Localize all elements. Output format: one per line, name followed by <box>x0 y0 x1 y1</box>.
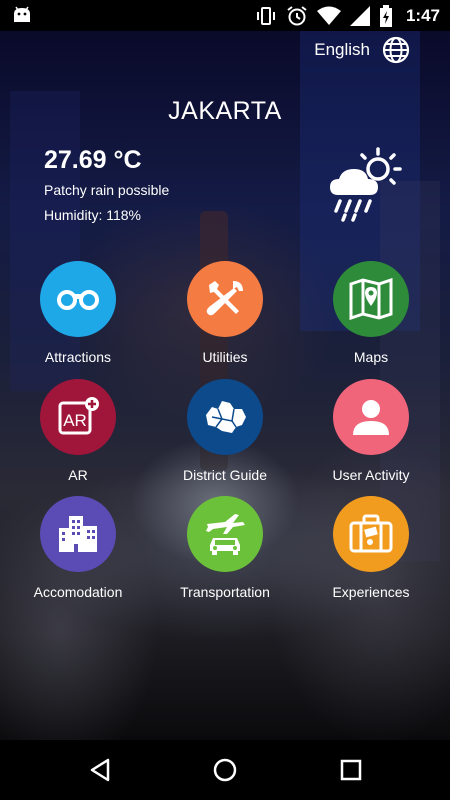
navigation-bar <box>0 740 450 800</box>
status-bar: 1:47 <box>0 0 450 31</box>
ar-label: AR <box>68 467 88 483</box>
utilities-circle <box>187 261 263 337</box>
menu-district-guide[interactable]: District Guide <box>152 379 298 483</box>
district-map-icon <box>206 401 246 433</box>
map-icon <box>349 278 393 320</box>
alarm-icon <box>287 5 307 25</box>
menu-user-activity[interactable]: User Activity <box>298 379 444 483</box>
user-activity-label: User Activity <box>332 467 410 483</box>
building-icon <box>59 516 97 552</box>
signal-icon <box>349 5 370 26</box>
ar-circle: AR <box>40 379 116 455</box>
status-time: 1:47 <box>405 5 440 25</box>
menu-transportation[interactable]: Transportation <box>152 496 298 600</box>
android-icon <box>14 6 30 22</box>
language-label: English <box>314 40 370 59</box>
language-selector[interactable]: English <box>314 36 410 64</box>
home-icon[interactable] <box>212 757 238 783</box>
transportation-label: Transportation <box>180 584 270 600</box>
weather-condition: Patchy rain possible <box>44 182 170 198</box>
back-icon[interactable] <box>88 757 114 783</box>
experiences-circle <box>333 496 409 572</box>
attractions-circle <box>40 261 116 337</box>
accomodation-circle <box>40 496 116 572</box>
user-activity-circle <box>333 379 409 455</box>
menu-experiences[interactable]: Experiences <box>298 496 444 600</box>
user-icon <box>353 400 389 435</box>
district-guide-label: District Guide <box>182 467 268 483</box>
menu-maps[interactable]: Maps <box>298 261 444 365</box>
binoculars-icon <box>57 290 99 310</box>
menu-ar[interactable]: AR AR <box>5 379 151 483</box>
globe-icon <box>382 36 410 64</box>
city-title: JAKARTA <box>168 97 282 125</box>
menu-utilities[interactable]: Utilities <box>152 261 298 365</box>
svg-text:AR: AR <box>63 411 87 430</box>
accomodation-label: Accomodation <box>33 584 123 600</box>
ar-icon: AR <box>58 397 99 435</box>
battery-charging-icon <box>379 4 392 27</box>
rain-sun-cloud-icon <box>330 147 402 222</box>
attractions-label: Attractions <box>44 349 112 365</box>
suitcase-icon <box>349 514 393 553</box>
maps-label: Maps <box>353 349 389 365</box>
wifi-icon <box>316 6 341 25</box>
experiences-label: Experiences <box>332 584 410 600</box>
vibrate-icon <box>256 6 275 25</box>
menu-accomodation[interactable]: Accomodation <box>5 496 151 600</box>
menu-attractions[interactable]: Attractions <box>5 261 151 365</box>
maps-circle <box>333 261 409 337</box>
tools-icon <box>206 281 243 316</box>
recents-icon[interactable] <box>338 757 364 783</box>
utilities-label: Utilities <box>202 349 248 365</box>
temperature: 27.69 °C <box>44 146 142 174</box>
transportation-circle <box>187 496 263 572</box>
district-guide-circle <box>187 379 263 455</box>
transport-icon <box>206 514 245 555</box>
humidity: Humidity: 118% <box>44 207 142 223</box>
